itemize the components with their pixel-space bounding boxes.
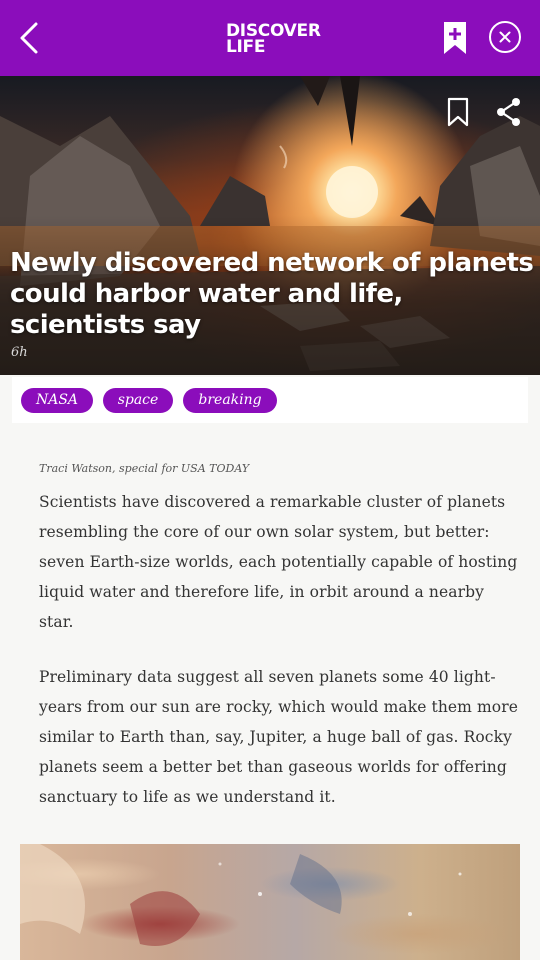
share-icon[interactable] [495, 97, 523, 127]
article-byline: Traci Watson, special for USA TODAY [39, 462, 250, 475]
article-paragraph: Scientists have discovered a remarkable … [39, 493, 518, 631]
brand-logo: DISCOVER LIFE [226, 23, 321, 57]
bookmark-add-icon[interactable] [441, 20, 469, 56]
article-headline: Newly discovered network of planets coul… [10, 248, 534, 340]
back-chevron-icon[interactable] [14, 20, 50, 56]
tag-breaking[interactable]: breaking [183, 388, 277, 413]
tag-space[interactable]: space [103, 388, 173, 413]
nebula-image[interactable] [20, 844, 520, 960]
brand-line-2: LIFE [226, 37, 266, 57]
article-age: 6h [11, 345, 28, 360]
app-header: DISCOVER LIFE [0, 0, 540, 76]
nebula-illustration [20, 844, 462, 946]
tag-list: NASA space breaking [12, 377, 528, 423]
tag-nasa[interactable]: NASA [21, 388, 93, 413]
bookmark-outline-icon[interactable] [446, 97, 470, 127]
hero-image[interactable]: Newly discovered network of planets coul… [0, 76, 540, 375]
article-paragraph: Preliminary data suggest all seven plane… [39, 668, 519, 806]
close-icon[interactable] [488, 20, 522, 54]
